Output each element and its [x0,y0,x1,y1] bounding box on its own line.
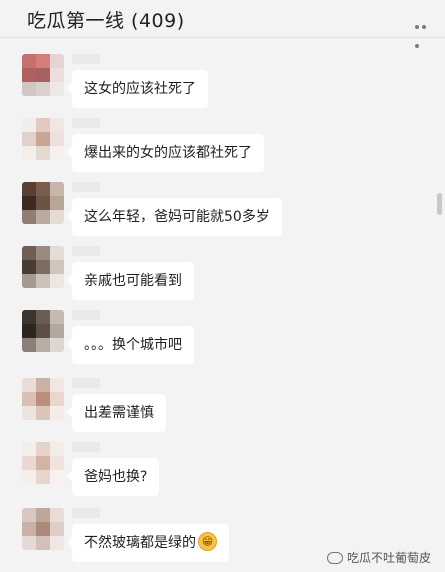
sender-name-blurred [72,442,100,452]
sender-name-blurred [72,54,100,64]
message-bubble[interactable]: 这么年轻，爸妈可能就50多岁 [67,198,282,236]
chat-message: 。。。换个城市吧 [0,306,440,368]
avatar[interactable] [22,246,64,288]
sender-name-blurred [72,508,100,518]
avatar[interactable] [22,118,64,160]
message-text: 不然玻璃都是绿的 [84,535,196,551]
avatar[interactable] [22,442,64,484]
chat-title: 吃瓜第一线 (409) [27,10,185,32]
chat-message: 爆出来的女的应该都社死了 [0,114,440,176]
chat-message: 出差需谨慎 [0,374,440,436]
message-bubble[interactable]: 。。。换个城市吧 [67,326,194,364]
message-bubble[interactable]: 出差需谨慎 [67,394,166,432]
sender-name-blurred [72,182,100,192]
chat-message: 爸妈也换? [0,438,440,500]
chat-message: 这女的应该社死了 [0,50,440,112]
chat-message-list[interactable]: 这女的应该社死了 爆出来的女的应该都社死了 这么年轻，爸妈可能就50多岁 亲戚也… [0,38,445,572]
message-bubble[interactable]: 亲戚也可能看到 [67,262,194,300]
avatar[interactable] [22,310,64,352]
message-bubble[interactable]: 不然玻璃都是绿的 😁 [67,524,229,562]
sender-name-blurred [72,246,100,256]
message-bubble[interactable]: 这女的应该社死了 [67,70,208,108]
avatar[interactable] [22,54,64,96]
grinning-emoji-icon: 😁 [198,531,217,551]
sender-name-blurred [72,378,100,388]
chat-message: 这么年轻，爸妈可能就50多岁 [0,178,440,240]
avatar[interactable] [22,378,64,420]
message-bubble[interactable]: 爸妈也换? [66,458,160,496]
chat-header: 吃瓜第一线 (409) [0,0,445,48]
watermark-text: 吃瓜不吐葡萄皮 [346,551,431,565]
scrollbar[interactable] [437,193,442,215]
sender-name-blurred [72,118,100,128]
wechat-logo-icon [326,551,343,564]
sender-name-blurred [72,310,100,320]
chat-message: 亲戚也可能看到 [0,242,440,304]
more-options-icon[interactable] [415,14,433,48]
message-bubble[interactable]: 爆出来的女的应该都社死了 [67,134,264,172]
watermark: 吃瓜不吐葡萄皮 [326,549,431,566]
avatar[interactable] [22,508,64,550]
avatar[interactable] [22,182,64,224]
